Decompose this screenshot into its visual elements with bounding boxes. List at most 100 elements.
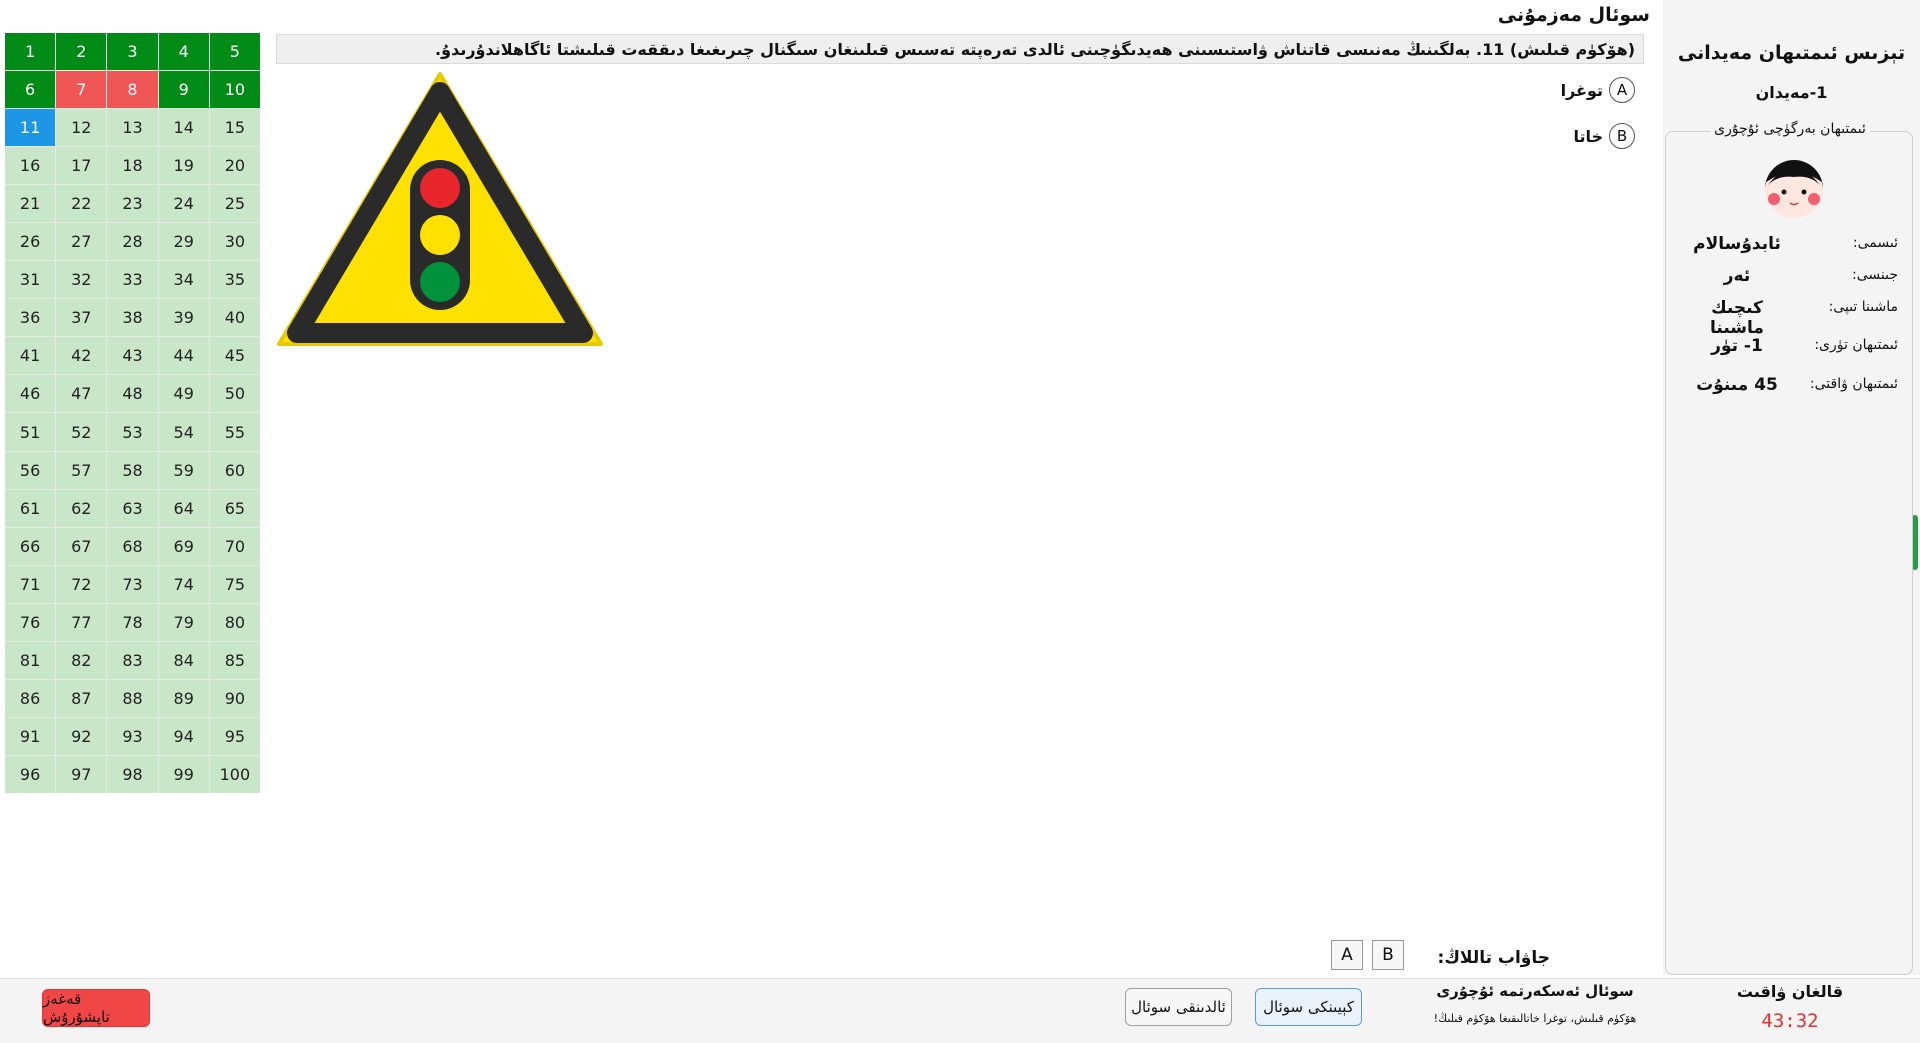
question-cell[interactable]: 40 (209, 299, 260, 337)
question-cell[interactable]: 15 (209, 109, 260, 147)
question-cell[interactable]: 24 (158, 185, 209, 223)
question-cell[interactable]: 81 (5, 641, 56, 679)
question-cell[interactable]: 95 (209, 717, 260, 755)
question-cell[interactable]: 31 (5, 261, 56, 299)
question-cell[interactable]: 12 (56, 109, 107, 147)
question-cell[interactable]: 32 (56, 261, 107, 299)
answer-button-b[interactable]: B (1372, 940, 1404, 970)
question-cell[interactable]: 69 (158, 527, 209, 565)
question-cell[interactable]: 70 (209, 527, 260, 565)
question-cell[interactable]: 84 (158, 641, 209, 679)
question-cell[interactable]: 56 (5, 451, 56, 489)
question-cell[interactable]: 38 (107, 299, 158, 337)
question-cell[interactable]: 1 (5, 33, 56, 71)
question-cell[interactable]: 26 (5, 223, 56, 261)
question-cell[interactable]: 11 (5, 109, 56, 147)
question-cell[interactable]: 13 (107, 109, 158, 147)
question-cell[interactable]: 85 (209, 641, 260, 679)
question-cell[interactable]: 53 (107, 413, 158, 451)
question-cell[interactable]: 67 (56, 527, 107, 565)
question-cell[interactable]: 29 (158, 223, 209, 261)
question-cell[interactable]: 14 (158, 109, 209, 147)
question-cell[interactable]: 5 (209, 33, 260, 71)
question-cell[interactable]: 62 (56, 489, 107, 527)
question-cell[interactable]: 37 (56, 299, 107, 337)
question-cell[interactable]: 23 (107, 185, 158, 223)
answer-button-a[interactable]: A (1331, 940, 1363, 970)
question-cell[interactable]: 34 (158, 261, 209, 299)
question-cell[interactable]: 80 (209, 603, 260, 641)
question-cell[interactable]: 19 (158, 147, 209, 185)
question-cell[interactable]: 36 (5, 299, 56, 337)
question-cell[interactable]: 27 (56, 223, 107, 261)
question-cell[interactable]: 47 (56, 375, 107, 413)
question-cell[interactable]: 93 (107, 717, 158, 755)
question-cell[interactable]: 57 (56, 451, 107, 489)
question-cell[interactable]: 28 (107, 223, 158, 261)
question-cell[interactable]: 68 (107, 527, 158, 565)
question-cell[interactable]: 75 (209, 565, 260, 603)
question-cell[interactable]: 71 (5, 565, 56, 603)
question-cell[interactable]: 97 (56, 755, 107, 793)
option-b[interactable]: B خاتا (1573, 123, 1635, 149)
question-cell[interactable]: 87 (56, 679, 107, 717)
question-cell[interactable]: 82 (56, 641, 107, 679)
question-cell[interactable]: 94 (158, 717, 209, 755)
next-question-button[interactable]: كېيىنكى سوئال (1255, 988, 1362, 1026)
question-cell[interactable]: 20 (209, 147, 260, 185)
question-cell[interactable]: 63 (107, 489, 158, 527)
question-cell[interactable]: 61 (5, 489, 56, 527)
question-cell[interactable]: 77 (56, 603, 107, 641)
question-cell[interactable]: 76 (5, 603, 56, 641)
question-cell[interactable]: 30 (209, 223, 260, 261)
question-cell[interactable]: 59 (158, 451, 209, 489)
question-cell[interactable]: 99 (158, 755, 209, 793)
question-cell[interactable]: 33 (107, 261, 158, 299)
question-cell[interactable]: 7 (56, 71, 107, 109)
question-cell[interactable]: 54 (158, 413, 209, 451)
question-cell[interactable]: 43 (107, 337, 158, 375)
question-cell[interactable]: 72 (56, 565, 107, 603)
question-cell[interactable]: 25 (209, 185, 260, 223)
question-cell[interactable]: 78 (107, 603, 158, 641)
question-cell[interactable]: 45 (209, 337, 260, 375)
option-a[interactable]: A توغرا (1561, 77, 1635, 103)
question-cell[interactable]: 90 (209, 679, 260, 717)
question-cell[interactable]: 98 (107, 755, 158, 793)
question-cell[interactable]: 65 (209, 489, 260, 527)
question-cell[interactable]: 22 (56, 185, 107, 223)
question-cell[interactable]: 86 (5, 679, 56, 717)
question-cell[interactable]: 42 (56, 337, 107, 375)
question-cell[interactable]: 51 (5, 413, 56, 451)
question-cell[interactable]: 89 (158, 679, 209, 717)
question-cell[interactable]: 16 (5, 147, 56, 185)
question-cell[interactable]: 100 (209, 755, 260, 793)
question-cell[interactable]: 41 (5, 337, 56, 375)
question-cell[interactable]: 35 (209, 261, 260, 299)
question-cell[interactable]: 96 (5, 755, 56, 793)
question-cell[interactable]: 74 (158, 565, 209, 603)
question-cell[interactable]: 46 (5, 375, 56, 413)
question-cell[interactable]: 49 (158, 375, 209, 413)
question-cell[interactable]: 2 (56, 33, 107, 71)
question-cell[interactable]: 18 (107, 147, 158, 185)
question-cell[interactable]: 10 (209, 71, 260, 109)
question-cell[interactable]: 88 (107, 679, 158, 717)
question-cell[interactable]: 58 (107, 451, 158, 489)
question-cell[interactable]: 4 (158, 33, 209, 71)
question-cell[interactable]: 92 (56, 717, 107, 755)
question-cell[interactable]: 64 (158, 489, 209, 527)
previous-question-button[interactable]: ئالدىنقى سوئال (1125, 988, 1232, 1026)
question-cell[interactable]: 17 (56, 147, 107, 185)
question-cell[interactable]: 50 (209, 375, 260, 413)
question-cell[interactable]: 3 (107, 33, 158, 71)
question-cell[interactable]: 55 (209, 413, 260, 451)
question-cell[interactable]: 48 (107, 375, 158, 413)
question-cell[interactable]: 79 (158, 603, 209, 641)
question-cell[interactable]: 6 (5, 71, 56, 109)
question-cell[interactable]: 83 (107, 641, 158, 679)
question-cell[interactable]: 66 (5, 527, 56, 565)
question-cell[interactable]: 21 (5, 185, 56, 223)
question-cell[interactable]: 39 (158, 299, 209, 337)
question-cell[interactable]: 73 (107, 565, 158, 603)
